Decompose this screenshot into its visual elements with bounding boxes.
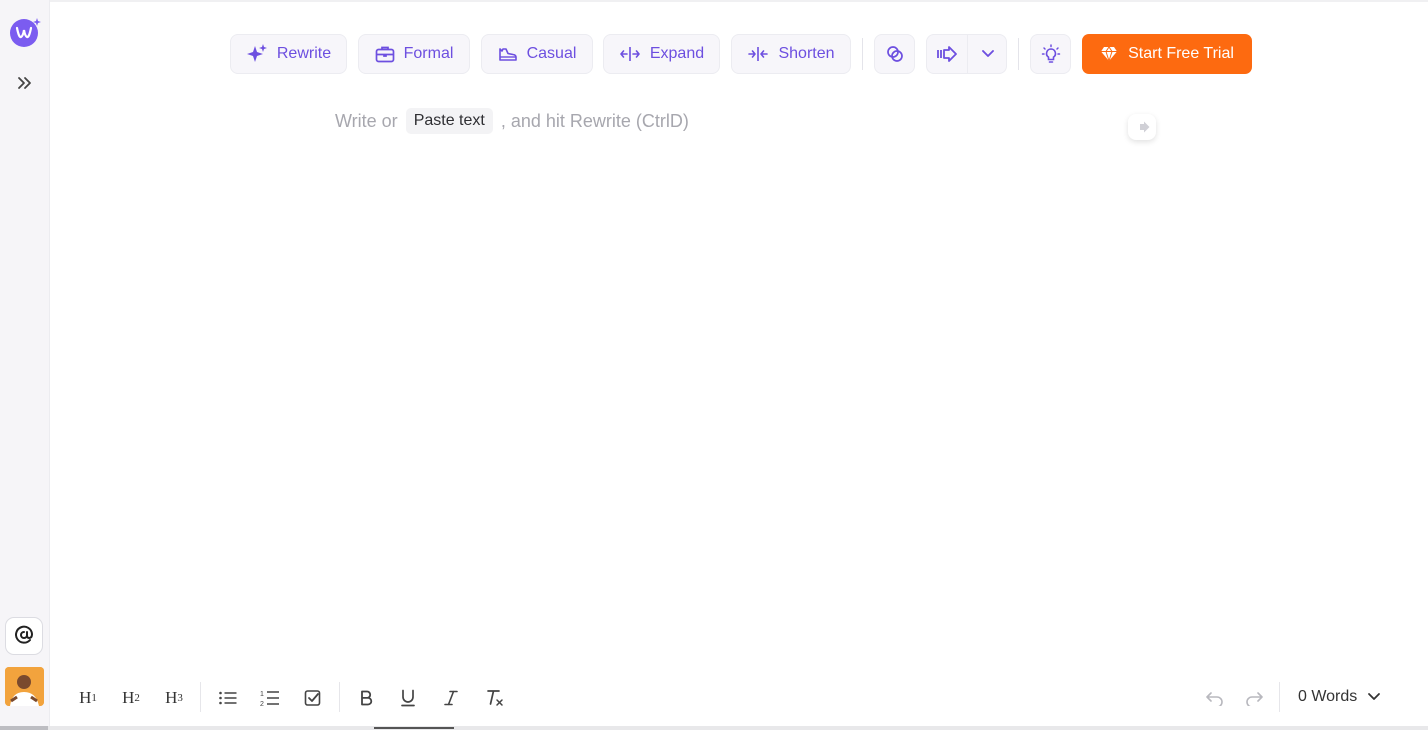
- lightbulb-icon: [1041, 44, 1060, 63]
- expand-icon: [620, 47, 640, 61]
- bullet-list-button[interactable]: [217, 686, 239, 710]
- checklist-button[interactable]: [302, 686, 324, 710]
- redo-button[interactable]: [1243, 686, 1265, 710]
- toolbar-divider: [1018, 38, 1019, 70]
- redo-icon: [1246, 692, 1263, 706]
- arrow-right-icon: [937, 46, 957, 62]
- start-free-trial-label: Start Free Trial: [1128, 45, 1234, 62]
- casual-button[interactable]: Casual: [481, 34, 593, 74]
- heading-3-button[interactable]: H3: [163, 686, 185, 710]
- h2-number: 2: [134, 692, 140, 704]
- h3-letter: H: [165, 688, 178, 707]
- edge-segment: [374, 727, 454, 729]
- h2-letter: H: [122, 688, 135, 707]
- continue-writing-icon[interactable]: [1128, 114, 1156, 140]
- chain-button[interactable]: [874, 34, 915, 74]
- continue-dropdown[interactable]: [926, 34, 1007, 74]
- h1-number: 1: [91, 692, 97, 704]
- logo-icon[interactable]: [9, 16, 41, 48]
- underline-button[interactable]: [397, 686, 419, 710]
- briefcase-icon: [375, 46, 394, 63]
- bold-icon: [361, 690, 373, 706]
- split-divider: [967, 34, 968, 74]
- clear-format-button[interactable]: [484, 686, 506, 710]
- placeholder-text-before: Write or: [335, 110, 398, 131]
- ideas-button[interactable]: [1030, 34, 1071, 74]
- avatar[interactable]: [5, 667, 44, 706]
- rewrite-button[interactable]: Rewrite: [230, 34, 347, 74]
- format-divider: [1279, 682, 1280, 712]
- undo-button[interactable]: [1204, 686, 1226, 710]
- sparkle-icon: [246, 44, 267, 62]
- sneaker-icon: [498, 48, 517, 61]
- rewrite-label: Rewrite: [276, 45, 332, 62]
- casual-label: Casual: [526, 45, 577, 62]
- chevron-down-icon[interactable]: [981, 49, 995, 59]
- underline-icon: [401, 689, 415, 707]
- formal-button[interactable]: Formal: [358, 34, 470, 74]
- editor-placeholder[interactable]: Write or Paste text , and hit Rewrite (C…: [335, 108, 689, 134]
- shorten-label: Shorten: [778, 45, 835, 62]
- sidebar: [0, 0, 50, 730]
- shorten-icon: [748, 47, 769, 61]
- undo-icon: [1206, 692, 1223, 706]
- at-icon[interactable]: [5, 617, 43, 655]
- shorten-button[interactable]: Shorten: [731, 34, 851, 74]
- expand-label: Expand: [649, 45, 705, 62]
- checkbox-icon: [304, 690, 321, 706]
- bold-button[interactable]: [355, 686, 377, 710]
- formal-label: Formal: [403, 45, 454, 62]
- italic-icon: [444, 690, 458, 706]
- toolbar-divider: [862, 38, 863, 70]
- word-count: 0 Words: [1298, 688, 1358, 705]
- italic-button[interactable]: [440, 686, 462, 710]
- double-chevron-icon[interactable]: [13, 72, 37, 94]
- numbered-list-button[interactable]: 1 2: [259, 686, 281, 710]
- svg-text:1: 1: [260, 691, 264, 698]
- word-count-dropdown[interactable]: 0 Words: [1298, 686, 1381, 708]
- clear-format-icon: [487, 690, 503, 706]
- placeholder-text-after: , and hit Rewrite (CtrlD): [500, 110, 689, 131]
- heading-1-button[interactable]: H1: [77, 686, 99, 710]
- format-divider: [339, 682, 340, 712]
- svg-text:2: 2: [260, 701, 264, 707]
- chevron-down-icon: [1368, 693, 1381, 700]
- diamond-icon: [1101, 46, 1118, 62]
- top-border: [49, 0, 1428, 2]
- edge-segment: [0, 726, 48, 730]
- expand-button[interactable]: Expand: [603, 34, 720, 74]
- bottom-edge: [0, 726, 1428, 730]
- chain-icon: [886, 46, 903, 62]
- heading-2-button[interactable]: H2: [120, 686, 142, 710]
- format-divider: [200, 682, 201, 712]
- numbered-list-icon: 1 2: [260, 691, 279, 707]
- paste-text-chip[interactable]: Paste text: [405, 108, 493, 134]
- start-free-trial-button[interactable]: Start Free Trial: [1082, 34, 1252, 74]
- h1-letter: H: [79, 688, 92, 707]
- h3-number: 3: [177, 692, 183, 704]
- bullet-list-icon: [219, 691, 237, 705]
